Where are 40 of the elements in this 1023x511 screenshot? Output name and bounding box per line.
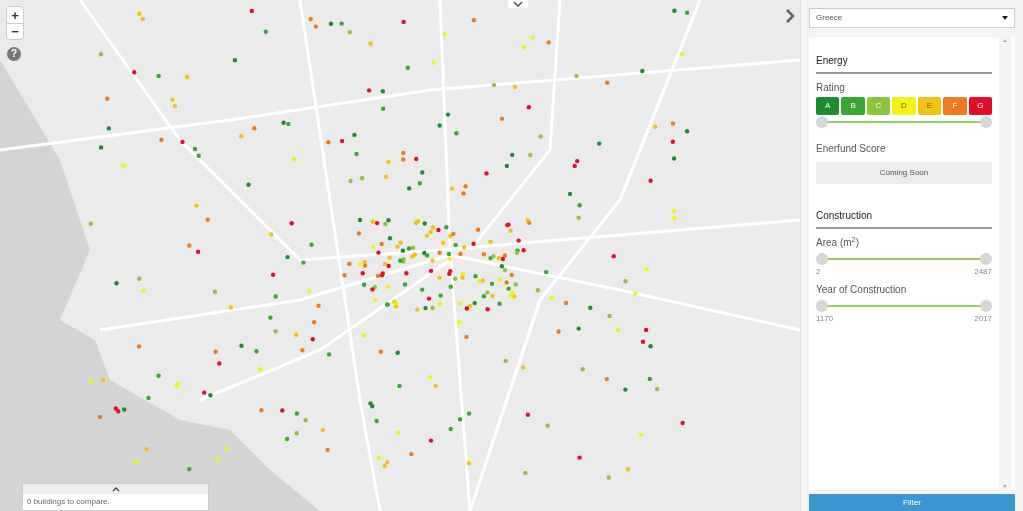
scroll-down-icon: [1003, 485, 1007, 488]
coming-soon-button[interactable]: Coming Soon: [816, 162, 992, 184]
slider-handle[interactable]: [816, 253, 828, 265]
compare-count-text: 0 buildings to compare.: [26, 496, 111, 508]
max-value: 2017: [974, 314, 992, 323]
map-area[interactable]: + − ? 0 buildings to compare.: [0, 0, 800, 511]
rating-toggle[interactable]: A: [816, 97, 840, 115]
slider-label: Area (m$^{2}$): [816, 235, 861, 250]
rating-label: Rating: [816, 81, 846, 95]
zoom-in-button[interactable]: +: [7, 7, 23, 23]
zoom-out-button[interactable]: −: [7, 23, 23, 39]
section-heading: Construction: [816, 208, 992, 229]
max-value: 2487: [974, 267, 992, 276]
rating-toggle[interactable]: G: [968, 97, 992, 115]
slider-handle[interactable]: [980, 253, 992, 265]
slider-label: Year of Construction: [816, 283, 908, 297]
min-value: 1170: [816, 314, 834, 323]
section-heading: Energy: [816, 53, 992, 74]
chevron-right-icon[interactable]: [785, 9, 795, 23]
rating-slider[interactable]: [816, 115, 992, 129]
range-slider[interactable]: [816, 299, 992, 313]
range-slider[interactable]: [816, 252, 992, 266]
filter-button[interactable]: Filter: [809, 494, 1015, 511]
slider-handle[interactable]: [980, 300, 992, 312]
min-value: 2: [816, 267, 821, 276]
score-label: Enerfund Score: [816, 142, 887, 156]
dropdown-arrow-icon: [1002, 16, 1008, 20]
expand-bar[interactable]: [23, 484, 208, 494]
slider-handle[interactable]: [816, 116, 828, 128]
chevron-down-icon: [513, 1, 523, 7]
rating-toggle[interactable]: B: [841, 97, 865, 115]
slider-handle[interactable]: [980, 116, 992, 128]
rating-toggle[interactable]: D: [892, 97, 916, 115]
country-select[interactable]: Greece: [809, 8, 1015, 28]
scroll-up-icon: [1003, 39, 1007, 42]
rating-toggle[interactable]: E: [917, 97, 942, 115]
rating-toggle[interactable]: F: [943, 97, 967, 115]
caret-up-icon: [111, 486, 120, 492]
collapse-tab[interactable]: [508, 0, 528, 8]
slider-handle[interactable]: [816, 300, 828, 312]
